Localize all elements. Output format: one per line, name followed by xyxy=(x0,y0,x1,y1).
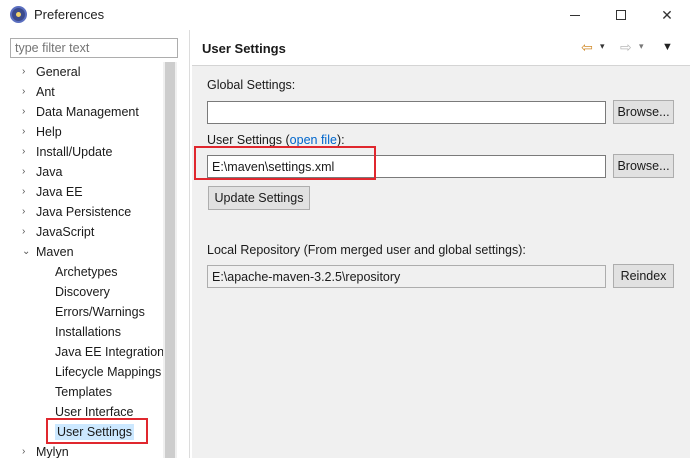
tree-item-label: General xyxy=(36,65,81,79)
open-file-link[interactable]: open file xyxy=(290,133,337,147)
tree-item-general[interactable]: › General xyxy=(22,62,81,82)
forward-dropdown-icon[interactable]: ▾ xyxy=(639,41,644,52)
tree-scrollbar[interactable] xyxy=(163,62,177,458)
back-dropdown-icon[interactable]: ▾ xyxy=(600,41,605,52)
page-header: User Settings ⇦ ▾ ⇨ ▾ ▼ xyxy=(192,30,690,66)
window-title: Preferences xyxy=(34,7,105,22)
tree-item-maven[interactable]: ⌄ Maven xyxy=(22,242,74,262)
tree-item-archetypes[interactable]: Archetypes xyxy=(55,262,118,282)
chevron-right-icon[interactable]: › xyxy=(22,82,32,102)
tree-item-label: Archetypes xyxy=(55,265,118,279)
tree-item-java-persistence[interactable]: › Java Persistence xyxy=(22,202,132,222)
chevron-right-icon[interactable]: › xyxy=(22,142,32,162)
tree-item-label: Java EE Integration xyxy=(55,345,165,359)
tree-item-label: Maven xyxy=(36,245,74,259)
tree-item-install-update[interactable]: › Install/Update xyxy=(22,142,113,162)
maximize-button[interactable] xyxy=(598,0,644,30)
tree-item-label: User Interface xyxy=(55,405,134,419)
close-icon: ✕ xyxy=(661,6,673,23)
tree-item-help[interactable]: › Help xyxy=(22,122,62,142)
tree-item-java[interactable]: › Java xyxy=(22,162,63,182)
tree-item-label: Templates xyxy=(55,385,112,399)
eclipse-icon xyxy=(10,6,27,23)
user-settings-label-suffix: ): xyxy=(336,133,345,147)
tree-item-discovery[interactable]: Discovery xyxy=(55,282,110,302)
user-browse-button[interactable]: Browse... xyxy=(613,154,674,178)
chevron-right-icon[interactable]: › xyxy=(22,122,32,142)
tree-item-ant[interactable]: › Ant xyxy=(22,82,55,102)
local-repository-label: Local Repository (From merged user and g… xyxy=(207,243,526,257)
user-settings-label: User Settings (open file): xyxy=(207,133,345,147)
local-repository-input[interactable]: E:\apache-maven-3.2.5\repository xyxy=(207,265,606,288)
view-menu-icon[interactable]: ▼ xyxy=(662,41,673,53)
tree-item-label: Installations xyxy=(55,325,122,339)
chevron-right-icon[interactable]: › xyxy=(22,102,32,122)
preferences-tree: › General › Ant › Data Management › Help › Instal… xyxy=(0,62,176,458)
tree-item-label: Discovery xyxy=(55,285,110,299)
scrollbar-thumb[interactable] xyxy=(165,62,175,458)
tree-item-label: Help xyxy=(36,125,62,139)
tree-item-java-ee-integration[interactable]: Java EE Integration xyxy=(55,342,164,362)
chevron-right-icon[interactable]: › xyxy=(22,222,32,242)
chevron-right-icon[interactable]: › xyxy=(22,182,32,202)
maximize-icon xyxy=(616,10,626,20)
tree-item-label: Lifecycle Mappings xyxy=(55,365,162,379)
chevron-right-icon[interactable]: › xyxy=(22,202,32,222)
tree-item-data-management[interactable]: › Data Management xyxy=(22,102,139,122)
tree-item-label: Ant xyxy=(36,85,55,99)
back-arrow-icon[interactable]: ⇦ xyxy=(581,39,593,56)
tree-item-templates[interactable]: Templates xyxy=(55,382,112,402)
tree-item-mylyn[interactable]: › Mylyn xyxy=(22,442,69,458)
minimize-icon xyxy=(570,14,580,16)
highlight-box-user-settings-item xyxy=(46,418,148,444)
chevron-down-icon[interactable]: ⌄ xyxy=(22,242,32,262)
tree-item-installations[interactable]: Installations xyxy=(55,322,121,342)
tree-item-label: Install/Update xyxy=(36,145,113,159)
tree-item-javascript[interactable]: › JavaScript xyxy=(22,222,95,242)
tree-item-errors-warnings[interactable]: Errors/Warnings xyxy=(55,302,145,322)
tree-item-java-ee[interactable]: › Java EE xyxy=(22,182,83,202)
filter-input[interactable] xyxy=(10,38,178,58)
forward-arrow-icon[interactable]: ⇨ xyxy=(620,39,632,56)
page-title: User Settings xyxy=(202,41,286,56)
tree-item-label: JavaScript xyxy=(36,225,95,239)
update-settings-button[interactable]: Update Settings xyxy=(208,186,310,210)
minimize-button[interactable] xyxy=(552,0,598,30)
tree-item-label: Java EE xyxy=(36,185,83,199)
global-settings-label: Global Settings: xyxy=(207,78,296,92)
chevron-right-icon[interactable]: › xyxy=(22,442,32,458)
close-button[interactable]: ✕ xyxy=(644,0,690,30)
tree-item-label: Mylyn xyxy=(36,445,69,458)
settings-page: User Settings ⇦ ▾ ⇨ ▾ ▼ Global Settings:… xyxy=(192,30,690,458)
tree-item-lifecycle-mappings[interactable]: Lifecycle Mappings xyxy=(55,362,161,382)
tree-item-label: Java Persistence xyxy=(36,205,132,219)
global-settings-input[interactable] xyxy=(207,101,606,124)
reindex-button[interactable]: Reindex xyxy=(613,264,674,288)
tree-item-label: Java xyxy=(36,165,63,179)
preferences-tree-pane: › General › Ant › Data Management › Help › Instal… xyxy=(0,30,190,458)
tree-item-label: Errors/Warnings xyxy=(55,305,145,319)
highlight-box-user-settings-input xyxy=(194,146,376,180)
user-settings-label-prefix: User Settings ( xyxy=(207,133,290,147)
tree-item-label: Data Management xyxy=(36,105,139,119)
chevron-right-icon[interactable]: › xyxy=(22,162,32,182)
chevron-right-icon[interactable]: › xyxy=(22,62,32,82)
global-browse-button[interactable]: Browse... xyxy=(613,100,674,124)
title-bar: Preferences ✕ xyxy=(0,0,690,30)
